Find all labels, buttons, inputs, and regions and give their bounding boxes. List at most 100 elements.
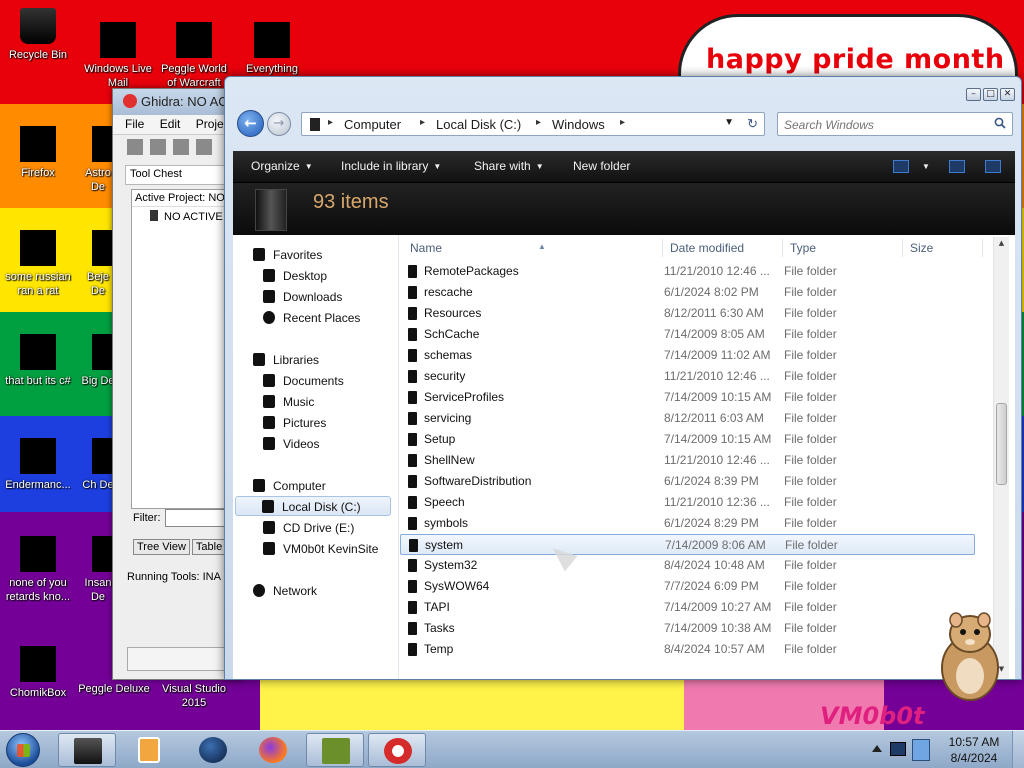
nav-documents[interactable]: Documents bbox=[263, 371, 344, 391]
taskbar-media-player-button[interactable] bbox=[120, 733, 178, 767]
table-row[interactable]: SysWOW64 7/7/2024 6:09 PM File folder bbox=[400, 576, 975, 597]
desktop-icon-peggle-wow[interactable]: Peggle World of Warcraft bbox=[156, 22, 232, 90]
table-row[interactable]: Tasks 7/14/2009 10:38 AM File folder bbox=[400, 618, 975, 639]
taskbar-globe-button[interactable] bbox=[184, 733, 242, 767]
table-row[interactable]: symbols 6/1/2024 8:29 PM File folder bbox=[400, 513, 975, 534]
breadcrumb-separator-icon[interactable]: ▸ bbox=[536, 117, 541, 128]
table-row[interactable]: RemotePackages 11/21/2010 12:46 ... File f… bbox=[400, 261, 975, 282]
nav-network-drive[interactable]: VM0b0t KevinSite bbox=[263, 539, 378, 559]
column-divider[interactable] bbox=[902, 239, 903, 257]
table-row[interactable]: ShellNew 11/21/2010 12:46 ... File folder bbox=[400, 450, 975, 471]
nav-videos[interactable]: Videos bbox=[263, 434, 319, 454]
address-dropdown-icon[interactable]: ▼ bbox=[724, 117, 734, 128]
scrollbar-thumb[interactable] bbox=[996, 403, 1007, 485]
scroll-up-icon[interactable]: ▲ bbox=[996, 239, 1007, 251]
nav-recent-places[interactable]: Recent Places bbox=[263, 308, 360, 328]
taskbar-firefox-button[interactable] bbox=[244, 733, 302, 767]
nav-network[interactable]: Network bbox=[253, 581, 317, 601]
nav-local-disk[interactable]: Local Disk (C:) bbox=[235, 496, 391, 516]
column-divider[interactable] bbox=[662, 239, 663, 257]
taskbar-explorer-button[interactable] bbox=[58, 733, 116, 767]
desktop-icon-firefox[interactable]: Firefox bbox=[0, 126, 76, 180]
ghidra-menu-file[interactable]: File bbox=[125, 117, 144, 131]
start-button[interactable] bbox=[6, 733, 40, 767]
desktop-icon-endermanc[interactable]: Endermanc... bbox=[0, 438, 76, 492]
column-header-name[interactable]: Name ▲ bbox=[410, 237, 660, 259]
desktop-icon-insan[interactable]: Insan De bbox=[80, 536, 116, 604]
ghidra-tool-icon[interactable] bbox=[127, 139, 143, 155]
new-folder-button[interactable]: New folder bbox=[573, 159, 630, 173]
nav-cd-drive[interactable]: CD Drive (E:) bbox=[263, 518, 354, 538]
breadcrumb-separator-icon[interactable]: ▸ bbox=[620, 117, 625, 128]
table-row[interactable]: servicing 8/12/2011 6:03 AM File folder bbox=[400, 408, 975, 429]
ghidra-tool-icon[interactable] bbox=[150, 139, 166, 155]
address-bar[interactable]: ▸ Computer ▸ Local Disk (C:) ▸ Windows ▸… bbox=[301, 112, 765, 136]
table-row[interactable]: schemas 7/14/2009 11:02 AM File folder bbox=[400, 345, 975, 366]
refresh-icon[interactable]: ↻ bbox=[747, 116, 758, 132]
breadcrumb-computer[interactable]: Computer bbox=[344, 117, 401, 132]
breadcrumb-windows[interactable]: Windows bbox=[552, 117, 605, 132]
desktop-icon-astro[interactable]: Astro De bbox=[80, 126, 116, 194]
ghidra-tab-tree-view[interactable]: Tree View bbox=[133, 539, 190, 555]
include-in-library-button[interactable]: Include in library ▼ bbox=[341, 159, 441, 173]
nav-pictures[interactable]: Pictures bbox=[263, 413, 326, 433]
desktop-icon-big[interactable]: Big De bbox=[80, 334, 116, 388]
table-row[interactable]: Setup 7/14/2009 10:15 AM File folder bbox=[400, 429, 975, 450]
back-button[interactable]: ← bbox=[237, 110, 264, 137]
desktop-icon-beje[interactable]: Beje De bbox=[80, 230, 116, 298]
view-options-icon[interactable] bbox=[893, 160, 909, 173]
nav-music[interactable]: Music bbox=[263, 392, 314, 412]
search-box[interactable] bbox=[777, 112, 1013, 136]
ghidra-tab-table[interactable]: Table bbox=[191, 539, 227, 555]
desktop-icon-peggle-deluxe[interactable]: Peggle Deluxe bbox=[76, 682, 152, 696]
show-desktop-button[interactable] bbox=[1012, 731, 1024, 768]
taskbar-ghidra-button[interactable] bbox=[368, 733, 426, 767]
table-row[interactable]: ServiceProfiles 7/14/2009 10:15 AM File fo… bbox=[400, 387, 975, 408]
nav-desktop[interactable]: Desktop bbox=[263, 266, 327, 286]
column-divider[interactable] bbox=[982, 239, 983, 257]
desktop-icon-csharp[interactable]: that but its c# bbox=[0, 334, 76, 388]
system-clock[interactable]: 10:57 AM 8/4/2024 bbox=[944, 734, 1004, 766]
ghidra-tree-node[interactable]: NO ACTIVE bbox=[132, 207, 234, 223]
desktop-icon-windows-live-mail[interactable]: Windows Live Mail bbox=[80, 22, 156, 90]
ghidra-filter-input[interactable] bbox=[164, 509, 225, 527]
table-row[interactable]: System32 8/4/2024 10:48 AM File folder bbox=[400, 555, 975, 576]
explorer-window[interactable]: – □ ✕ ← → ▸ Computer ▸ Local Disk (C:) ▸ W… bbox=[224, 76, 1022, 680]
close-button[interactable]: ✕ bbox=[1000, 88, 1015, 101]
column-header-size[interactable]: Size bbox=[910, 237, 980, 259]
desktop-icon-russian-rat[interactable]: some russian ran a rat bbox=[0, 230, 76, 298]
breadcrumb-separator-icon[interactable]: ▸ bbox=[328, 117, 333, 128]
view-options-dropdown[interactable]: ▼ bbox=[917, 159, 930, 173]
desktop-icon-ch[interactable]: Ch De bbox=[80, 438, 116, 492]
desktop-icon-recycle-bin[interactable]: Recycle Bin bbox=[0, 8, 76, 62]
desktop-icon-visual-studio[interactable]: Visual Studio 2015 bbox=[156, 682, 232, 710]
taskbar-chomikbox-button[interactable] bbox=[306, 733, 364, 767]
nav-computer[interactable]: Computer bbox=[253, 476, 326, 496]
table-row[interactable]: security 11/21/2010 12:46 ... File folder bbox=[400, 366, 975, 387]
show-hidden-icons-icon[interactable] bbox=[872, 745, 882, 752]
nav-libraries[interactable]: Libraries bbox=[253, 350, 319, 370]
volume-tray-icon[interactable] bbox=[912, 739, 930, 761]
column-header-date[interactable]: Date modified bbox=[670, 237, 782, 259]
table-row[interactable]: SoftwareDistribution 6/1/2024 8:39 PM File… bbox=[400, 471, 975, 492]
table-row[interactable]: Resources 8/12/2011 6:30 AM File folder bbox=[400, 303, 975, 324]
minimize-button[interactable]: – bbox=[966, 88, 981, 101]
column-divider[interactable] bbox=[782, 239, 783, 257]
forward-button[interactable]: → bbox=[267, 112, 291, 136]
search-icon[interactable] bbox=[994, 117, 1006, 129]
preview-pane-icon[interactable] bbox=[949, 160, 965, 173]
organize-button[interactable]: Organize ▼ bbox=[251, 159, 313, 173]
ghidra-tool-icon[interactable] bbox=[173, 139, 189, 155]
table-row[interactable]: TAPI 7/14/2009 10:27 AM File folder bbox=[400, 597, 975, 618]
desktop-icon-chomikbox[interactable]: ChomikBox bbox=[0, 646, 76, 700]
column-header-type[interactable]: Type bbox=[790, 237, 900, 259]
help-icon[interactable] bbox=[985, 160, 1001, 173]
ghidra-window[interactable]: Ghidra: NO ACT File Edit Projec Tool Che… bbox=[112, 88, 242, 680]
maximize-button[interactable]: □ bbox=[983, 88, 998, 101]
breadcrumb-separator-icon[interactable]: ▸ bbox=[420, 117, 425, 128]
breadcrumb-local-disk[interactable]: Local Disk (C:) bbox=[436, 117, 521, 132]
ghidra-title-bar[interactable]: Ghidra: NO ACT bbox=[113, 89, 241, 115]
table-row[interactable]: SchCache 7/14/2009 8:05 AM File folder bbox=[400, 324, 975, 345]
ghidra-menu-edit[interactable]: Edit bbox=[160, 117, 181, 131]
nav-favorites[interactable]: Favorites bbox=[253, 245, 322, 265]
